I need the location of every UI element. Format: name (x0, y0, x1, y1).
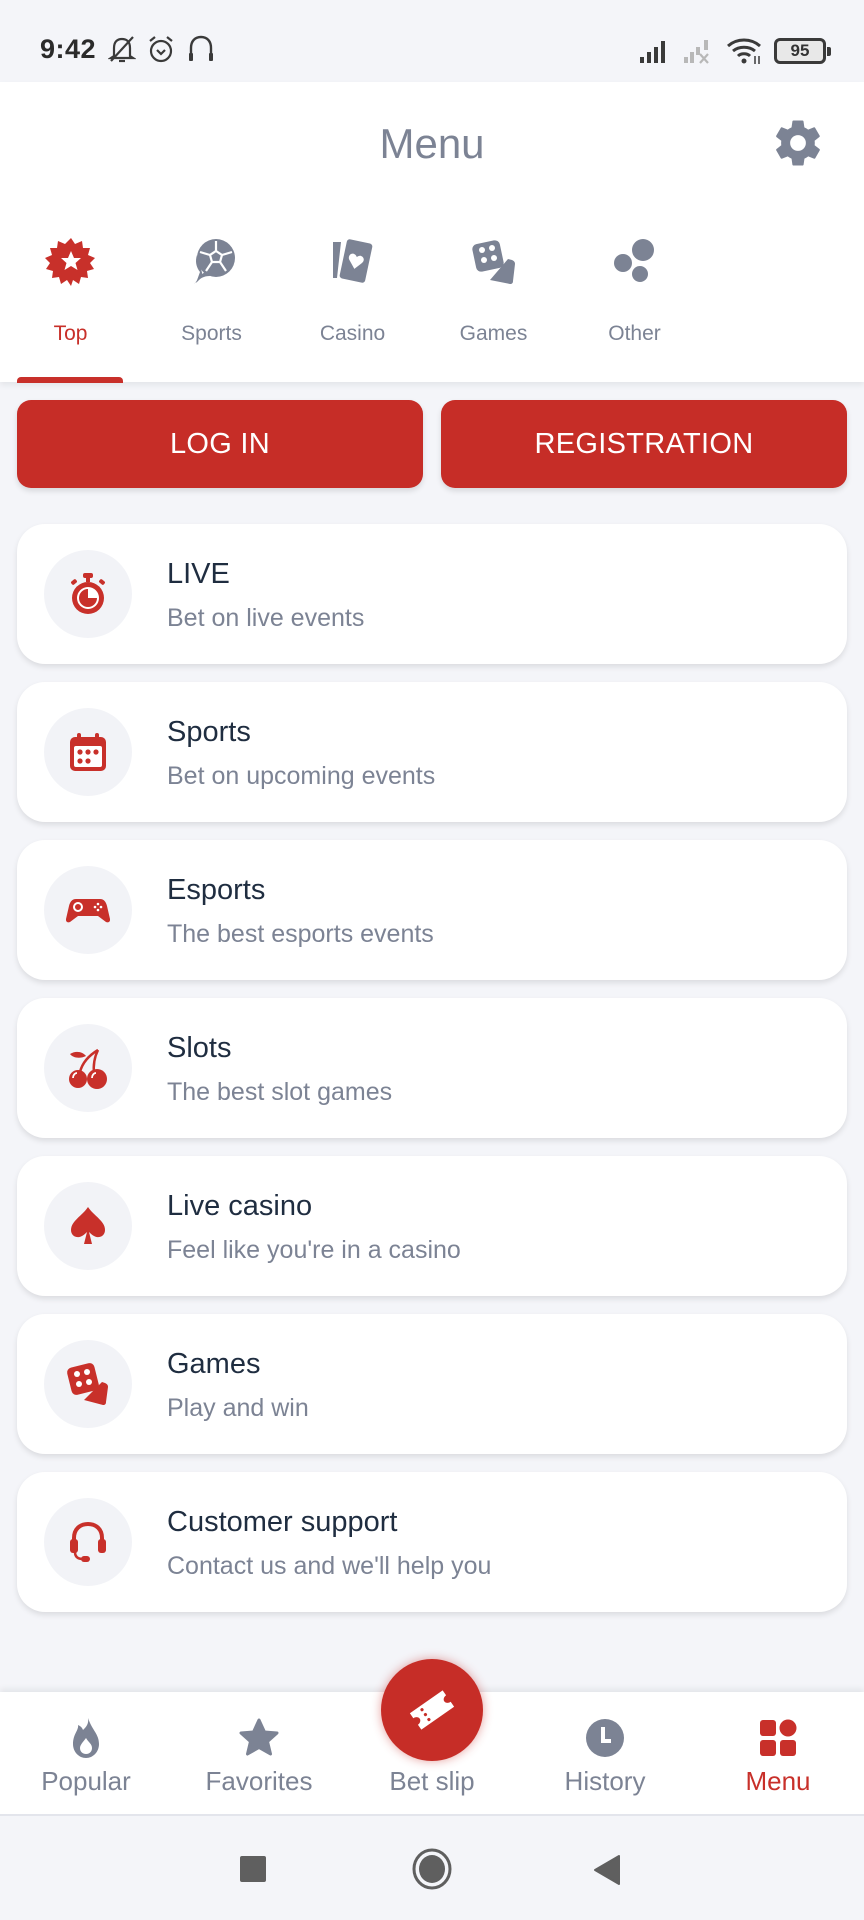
menu-item-subtitle: Contact us and we'll help you (167, 1552, 492, 1580)
menu-item-title: Customer support (167, 1506, 398, 1538)
clock-icon (586, 1719, 624, 1757)
gear-icon[interactable] (771, 116, 825, 170)
calendar-icon (70, 733, 106, 771)
menu-item-slots[interactable]: Slots The best slot games (17, 998, 847, 1138)
menu-item-customer-support[interactable]: Customer support Contact us and we'll he… (17, 1472, 847, 1612)
cherries-icon (69, 1048, 107, 1089)
tab-top[interactable]: Top (0, 222, 141, 382)
recent-apps-button[interactable] (240, 1856, 266, 1882)
menu-item-live-casino[interactable]: Live casino Feel like you're in a casino (17, 1156, 847, 1296)
active-tab-indicator (17, 377, 123, 383)
menu-item-subtitle: Bet on live events (167, 604, 365, 632)
stopwatch-icon (71, 573, 105, 614)
menu-item-live[interactable]: LIVE Bet on live events (17, 524, 847, 664)
soccer-ball-icon (194, 239, 235, 284)
battery-indicator: 95 (774, 38, 831, 64)
tab-label: Games (459, 322, 528, 345)
signal-icon (640, 41, 665, 63)
back-button[interactable] (592, 1854, 622, 1886)
registration-button[interactable]: REGISTRATION (441, 400, 847, 488)
tab-label: Casino (319, 322, 386, 345)
home-button[interactable] (412, 1848, 452, 1890)
menu-item-title: LIVE (167, 558, 230, 590)
nav-label: History (564, 1766, 646, 1796)
status-bar: 9:42 95 (0, 0, 864, 82)
spade-icon (71, 1207, 105, 1244)
header: Menu Top Sports Casino Games Other (0, 82, 864, 383)
badge-star-icon (45, 238, 95, 286)
category-tabs: Top Sports Casino Games Other (0, 222, 864, 383)
dice-icon (67, 1363, 108, 1405)
menu-item-title: Sports (167, 716, 251, 748)
playing-cards-icon (333, 239, 373, 283)
alarm-icon (149, 36, 173, 63)
tab-sports[interactable]: Sports (141, 222, 282, 382)
nav-menu[interactable]: Menu (692, 1692, 864, 1814)
tab-label: Sports (181, 322, 242, 345)
bubbles-icon (614, 239, 654, 282)
nav-label: Bet slip (389, 1766, 475, 1796)
menu-item-title: Games (167, 1348, 261, 1380)
menu-item-subtitle: The best esports events (167, 920, 434, 948)
headset-icon (70, 1521, 106, 1562)
tab-casino[interactable]: Casino (282, 222, 423, 382)
headphones-icon (189, 35, 213, 61)
ticket-icon (409, 1690, 455, 1730)
menu-item-esports[interactable]: Esports The best esports events (17, 840, 847, 980)
nav-favorites[interactable]: Favorites (173, 1692, 345, 1814)
menu-item-subtitle: The best slot games (167, 1078, 393, 1106)
tab-label: Other (608, 322, 661, 345)
nav-label: Menu (745, 1766, 811, 1796)
menu-item-subtitle: Bet on upcoming events (167, 762, 436, 790)
system-navigation-bar (0, 1816, 864, 1920)
nav-popular[interactable]: Popular (0, 1692, 172, 1814)
grid-icon (760, 1719, 797, 1756)
tab-label: Top (53, 322, 88, 345)
menu-item-games[interactable]: Games Play and win (17, 1314, 847, 1454)
nav-history[interactable]: History (519, 1692, 691, 1814)
menu-item-subtitle: Play and win (167, 1394, 309, 1422)
gamepad-icon (66, 899, 110, 923)
tab-games[interactable]: Games (423, 222, 564, 382)
dice-icon (472, 240, 515, 284)
signal-no-service-icon (684, 40, 709, 64)
menu-item-title: Live casino (167, 1190, 313, 1222)
login-button[interactable]: LOG IN (17, 400, 423, 488)
menu-item-title: Slots (167, 1032, 232, 1064)
menu-item-title: Esports (167, 874, 266, 906)
page-title: Menu (379, 120, 485, 167)
flame-icon (73, 1718, 99, 1758)
bell-off-icon (108, 36, 136, 63)
star-icon (239, 1718, 279, 1756)
wifi-icon (727, 38, 761, 64)
menu-item-sports[interactable]: Sports Bet on upcoming events (17, 682, 847, 822)
nav-label: Favorites (205, 1766, 313, 1796)
bet-slip-button[interactable] (381, 1659, 483, 1761)
menu-item-subtitle: Feel like you're in a casino (167, 1236, 461, 1264)
status-time: 9:42 (40, 34, 97, 64)
tab-other[interactable]: Other (564, 222, 705, 382)
nav-label: Popular (41, 1766, 131, 1796)
